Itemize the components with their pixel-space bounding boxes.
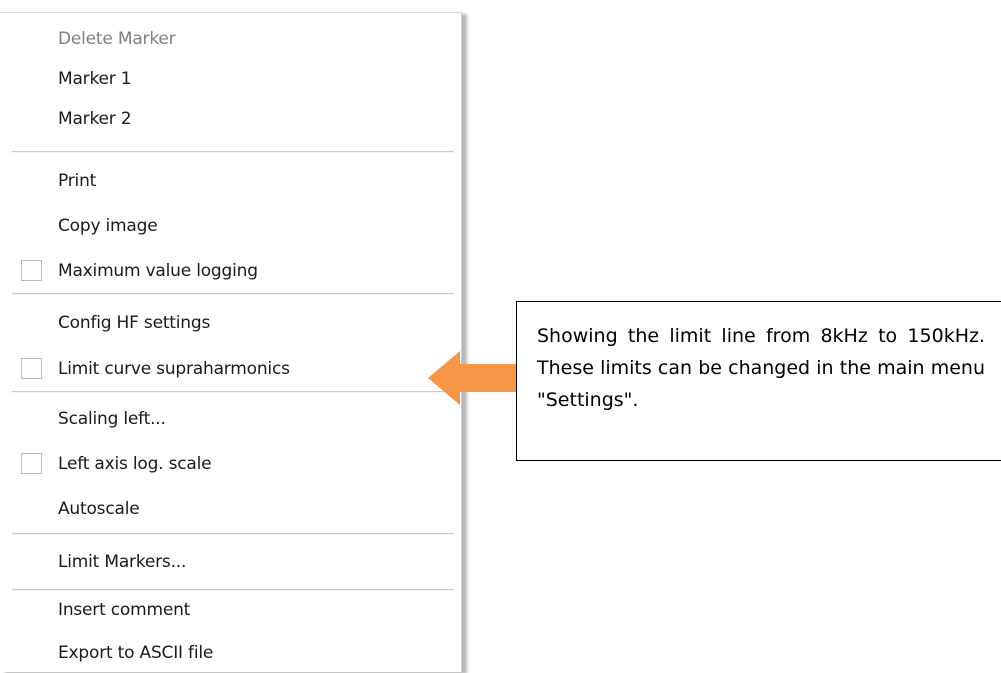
menu-item-marker-2[interactable]: Marker 2 [0, 99, 460, 139]
menu-item-label: Autoscale [58, 499, 140, 519]
menu-item-label: Insert comment [58, 600, 191, 620]
menu-item-label: Export to ASCII file [58, 643, 214, 663]
menu-separator [12, 391, 454, 393]
menu-item-insert-comment[interactable]: Insert comment [0, 590, 460, 630]
menu-item-export-to-ascii-file[interactable]: Export to ASCII file [0, 633, 460, 673]
menu-item-label: Maximum value logging [58, 261, 258, 281]
menu-item-copy-image[interactable]: Copy image [0, 206, 460, 246]
menu-item-scaling-left[interactable]: Scaling left... [0, 399, 460, 439]
menu-item-label: Scaling left... [58, 409, 166, 429]
menu-item-label: Delete Marker [58, 29, 176, 49]
menu-item-limit-curve-supraharmonics[interactable]: Limit curve supraharmonics [0, 349, 460, 389]
menu-item-maximum-value-logging[interactable]: Maximum value logging [0, 251, 460, 291]
menu-item-config-hf-settings[interactable]: Config HF settings [0, 303, 460, 343]
menu-item-label: Config HF settings [58, 313, 211, 333]
menu-item-autoscale[interactable]: Autoscale [0, 489, 460, 529]
menu-item-label: Marker 1 [58, 69, 132, 89]
menu-item-label: Print [58, 171, 97, 191]
menu-item-label: Left axis log. scale [58, 454, 212, 474]
menu-separator [12, 533, 454, 535]
menu-item-label: Copy image [58, 216, 158, 236]
checkbox-unchecked[interactable] [21, 358, 42, 379]
menu-separator [12, 151, 454, 153]
menu-item-delete-marker[interactable]: Delete Marker [0, 19, 460, 59]
context-menu: Delete Marker Marker 1 Marker 2 Print Co… [0, 12, 462, 672]
menu-item-limit-markers[interactable]: Limit Markers... [0, 542, 460, 582]
arrow-shape [428, 351, 525, 405]
annotation-text: Showing the limit line from 8kHz to 150k… [537, 325, 985, 411]
menu-separator [12, 293, 454, 295]
menu-item-marker-1[interactable]: Marker 1 [0, 59, 460, 99]
menu-item-label: Limit curve supraharmonics [58, 359, 290, 379]
checkbox-unchecked[interactable] [21, 260, 42, 281]
annotation-callout: Showing the limit line from 8kHz to 150k… [516, 301, 1001, 461]
checkbox-unchecked[interactable] [21, 453, 42, 474]
menu-item-label: Limit Markers... [58, 552, 187, 572]
menu-item-label: Marker 2 [58, 109, 132, 129]
menu-item-print[interactable]: Print [0, 161, 460, 201]
left-arrow-icon [428, 351, 525, 405]
menu-item-left-axis-log-scale[interactable]: Left axis log. scale [0, 444, 460, 484]
